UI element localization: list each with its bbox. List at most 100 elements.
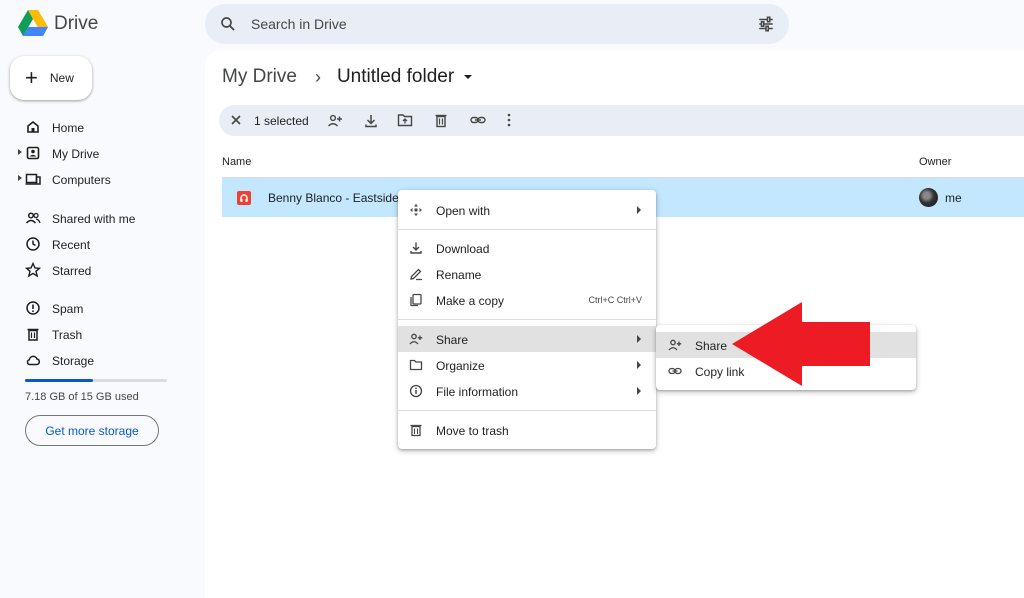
menu-item-rename[interactable]: Rename bbox=[398, 261, 656, 287]
menu-divider bbox=[398, 410, 656, 411]
clear-selection-icon[interactable] bbox=[229, 113, 243, 127]
search-bar[interactable] bbox=[205, 4, 789, 44]
sidebar-item-recent[interactable]: Recent bbox=[0, 231, 200, 257]
pencil-icon bbox=[410, 268, 422, 281]
annotation-arrow-icon bbox=[732, 302, 870, 386]
submenu-arrow-icon bbox=[637, 206, 641, 214]
breadcrumb-separator-icon: › bbox=[314, 66, 321, 87]
menu-item-label: Download bbox=[436, 242, 490, 256]
person-add-icon bbox=[668, 339, 682, 351]
menu-item-label: Move to trash bbox=[436, 424, 509, 438]
folder-dropdown-icon[interactable] bbox=[464, 75, 473, 79]
search-input[interactable] bbox=[251, 12, 731, 36]
sidebar-item-label: Starred bbox=[52, 264, 92, 278]
sidebar-item-starred[interactable]: Starred bbox=[0, 257, 200, 283]
drive-logo-icon bbox=[18, 10, 48, 36]
person-add-icon bbox=[409, 333, 423, 345]
sidebar-item-home[interactable]: Home bbox=[0, 114, 200, 140]
sidebar-item-spam[interactable]: Spam bbox=[0, 295, 200, 321]
breadcrumb-my-drive[interactable]: My Drive bbox=[222, 66, 297, 88]
sidebar-item-label: Trash bbox=[52, 328, 83, 342]
expand-arrow-icon[interactable] bbox=[18, 149, 22, 155]
selection-count: 1 selected bbox=[254, 114, 309, 128]
audio-file-icon bbox=[237, 191, 251, 205]
selection-toolbar: 1 selected bbox=[219, 105, 1024, 136]
breadcrumb: My Drive › Untitled folder bbox=[222, 66, 473, 88]
sidebar-item-computers[interactable]: Computers bbox=[0, 166, 200, 192]
sidebar-item-label: Spam bbox=[52, 302, 84, 316]
menu-item-shortcut: Ctrl+C Ctrl+V bbox=[588, 295, 642, 305]
submenu-arrow-icon bbox=[637, 387, 641, 395]
menu-item-label: Rename bbox=[436, 268, 482, 282]
menu-item-make-a-copy[interactable]: Make a copy Ctrl+C Ctrl+V bbox=[398, 287, 656, 313]
menu-item-label: Organize bbox=[436, 359, 485, 373]
menu-item-label: Share bbox=[436, 333, 469, 347]
get-more-storage-button[interactable]: Get more storage bbox=[25, 415, 159, 446]
link-icon[interactable] bbox=[470, 113, 486, 127]
sidebar-item-label: Home bbox=[52, 121, 85, 135]
star-icon bbox=[25, 262, 41, 278]
home-icon bbox=[27, 120, 39, 133]
expand-arrow-icon[interactable] bbox=[18, 175, 22, 181]
storage-used-text: 7.18 GB of 15 GB used bbox=[25, 391, 139, 403]
storage-bar-fill bbox=[25, 379, 94, 382]
app-name: Drive bbox=[54, 12, 99, 34]
menu-item-label: Open with bbox=[436, 204, 491, 218]
computers-icon bbox=[25, 173, 41, 185]
menu-item-move-to-trash[interactable]: Move to trash bbox=[398, 417, 656, 443]
menu-item-open-with[interactable]: Open with bbox=[398, 197, 656, 223]
breadcrumb-current-folder[interactable]: Untitled folder bbox=[337, 66, 454, 88]
cloud-icon bbox=[26, 355, 41, 366]
share-person-add-icon[interactable] bbox=[327, 113, 343, 129]
menu-divider bbox=[398, 319, 656, 320]
sidebar-item-trash[interactable]: Trash bbox=[0, 321, 200, 347]
storage-bar bbox=[25, 379, 167, 382]
submenu-item-label: Share bbox=[695, 339, 728, 353]
submenu-arrow-icon bbox=[637, 335, 641, 343]
trash-icon bbox=[410, 424, 422, 437]
sidebar-item-label: Computers bbox=[52, 173, 111, 187]
my-drive-icon bbox=[26, 146, 40, 160]
new-button-label: New bbox=[49, 71, 74, 85]
sidebar-item-label: Recent bbox=[52, 238, 91, 252]
folder-icon bbox=[409, 359, 423, 371]
drive-logo[interactable]: Drive bbox=[18, 10, 98, 37]
column-header-name[interactable]: Name bbox=[222, 156, 251, 168]
submenu-arrow-icon bbox=[637, 361, 641, 369]
sidebar-item-storage[interactable]: Storage bbox=[0, 347, 200, 373]
sidebar-item-shared-with-me[interactable]: Shared with me bbox=[0, 205, 200, 231]
info-icon bbox=[409, 384, 423, 398]
sidebar-item-label: Shared with me bbox=[52, 212, 136, 226]
menu-item-file-information[interactable]: File information bbox=[398, 378, 656, 404]
plus-icon: + bbox=[25, 65, 38, 90]
menu-item-label: File information bbox=[436, 385, 519, 399]
menu-item-download[interactable]: Download bbox=[398, 235, 656, 261]
search-options-icon[interactable] bbox=[757, 15, 775, 33]
file-owner: me bbox=[945, 191, 962, 205]
menu-item-organize[interactable]: Organize bbox=[398, 352, 656, 378]
trash-icon[interactable] bbox=[434, 113, 448, 128]
more-actions-icon[interactable] bbox=[507, 113, 511, 127]
sidebar-item-label: My Drive bbox=[52, 147, 100, 161]
move-to-folder-icon[interactable] bbox=[397, 113, 413, 127]
download-icon[interactable] bbox=[364, 113, 378, 129]
avatar bbox=[919, 188, 938, 207]
link-icon bbox=[668, 367, 682, 375]
column-header-owner[interactable]: Owner bbox=[919, 156, 951, 168]
copy-icon bbox=[410, 293, 422, 307]
menu-divider bbox=[398, 229, 656, 230]
new-button[interactable]: + New bbox=[10, 56, 92, 100]
search-icon bbox=[221, 17, 235, 31]
menu-item-share[interactable]: Share bbox=[398, 326, 656, 352]
move-icon bbox=[410, 204, 422, 216]
sidebar-item-my-drive[interactable]: My Drive bbox=[0, 140, 200, 166]
download-icon bbox=[410, 242, 422, 254]
clock-icon bbox=[26, 237, 40, 251]
sidebar-item-label: Storage bbox=[52, 354, 95, 368]
trash-icon bbox=[27, 328, 39, 341]
context-menu: Open with Download Rename Make a copy Ct… bbox=[398, 190, 656, 449]
shared-icon bbox=[25, 212, 41, 224]
spam-icon bbox=[26, 301, 40, 315]
menu-item-label: Make a copy bbox=[436, 294, 505, 308]
file-name: Benny Blanco - Eastside bbox=[268, 191, 399, 205]
